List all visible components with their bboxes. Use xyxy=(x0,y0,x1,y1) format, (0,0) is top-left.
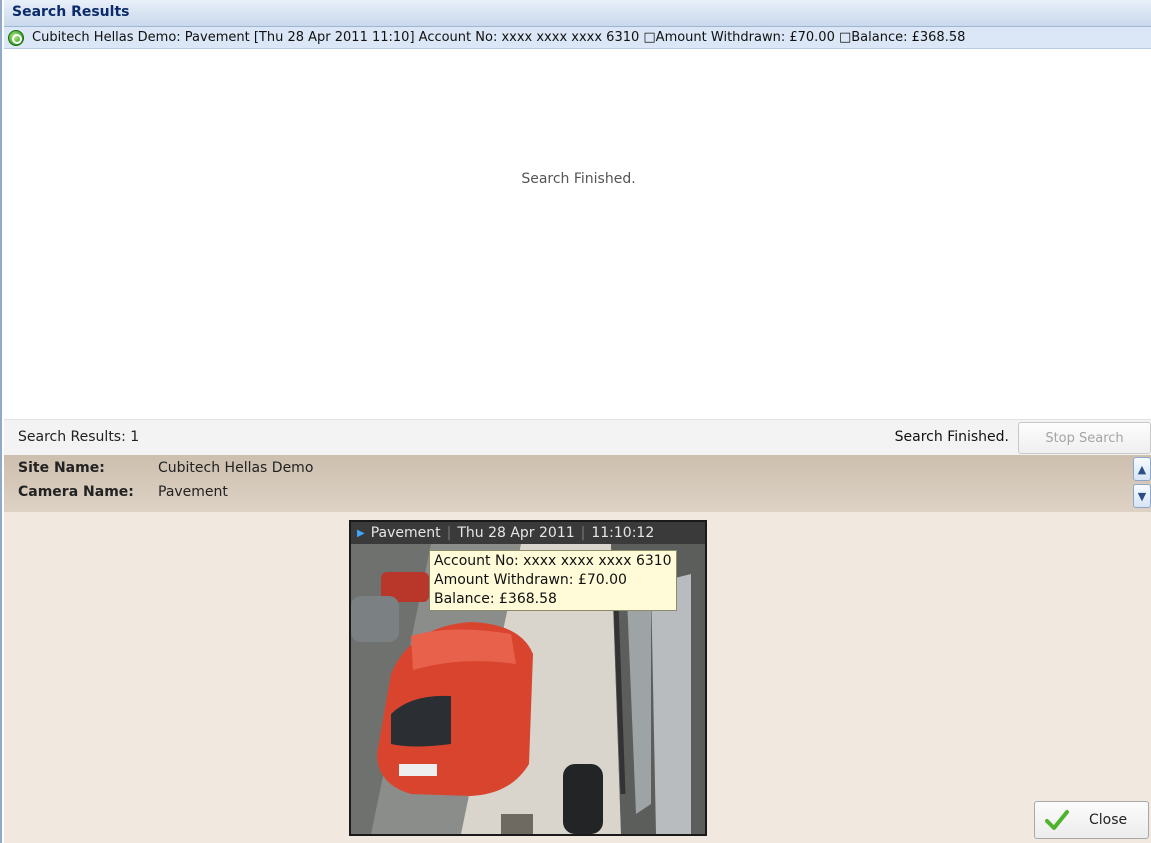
results-count: Search Results: 1 xyxy=(18,429,140,445)
play-icon[interactable]: ▶ xyxy=(357,528,365,539)
status-bar: Search Results: 1 Search Finished. Stop … xyxy=(4,419,1151,455)
close-button-label: Close xyxy=(1089,812,1128,828)
site-name-row: Site Name: Cubitech Hellas Demo xyxy=(18,460,313,476)
overlay-balance: Balance: £368.58 xyxy=(434,591,557,607)
camera-name-label: Camera Name: xyxy=(18,484,134,500)
scroll-down-icon[interactable]: ▼ xyxy=(1133,484,1151,508)
stop-search-button[interactable]: Stop Search xyxy=(1018,422,1151,454)
transaction-overlay: Account No: xxxx xxxx xxxx 6310 Amount W… xyxy=(429,550,677,611)
camera-header-date: Thu 28 Apr 2011 xyxy=(457,525,575,541)
search-result-item[interactable]: Cubitech Hellas Demo: Pavement [Thu 28 A… xyxy=(4,27,1151,49)
window-title: Search Results xyxy=(12,4,130,20)
preview-area: ▶ Pavement | Thu 28 Apr 2011 | 11:10:12 xyxy=(4,512,1151,843)
camera-header-time: 11:10:12 xyxy=(591,525,655,541)
close-button[interactable]: Close xyxy=(1034,801,1149,839)
results-list-area: Search Finished. xyxy=(4,49,1151,419)
search-result-icon xyxy=(8,29,24,46)
site-name-value: Cubitech Hellas Demo xyxy=(158,460,314,476)
overlay-account-no: Account No: xxxx xxxx xxxx 6310 xyxy=(434,553,672,569)
camera-name-row: Camera Name: Pavement xyxy=(18,484,228,500)
search-finished-message: Search Finished. xyxy=(521,171,636,187)
header-divider: | xyxy=(580,525,586,541)
search-results-window: Search Results Cubitech Hellas Demo: Pav… xyxy=(0,0,1151,843)
camera-header: ▶ Pavement | Thu 28 Apr 2011 | 11:10:12 xyxy=(351,522,705,544)
camera-name-value: Pavement xyxy=(158,484,228,500)
scroll-up-icon[interactable]: ▲ xyxy=(1133,457,1151,481)
checkmark-icon xyxy=(1045,810,1069,830)
site-name-label: Site Name: xyxy=(18,460,105,476)
overlay-amount-withdrawn: Amount Withdrawn: £70.00 xyxy=(434,572,627,588)
header-divider: | xyxy=(446,525,452,541)
details-panel: Site Name: Cubitech Hellas Demo Camera Na… xyxy=(4,455,1151,512)
camera-preview[interactable]: ▶ Pavement | Thu 28 Apr 2011 | 11:10:12 xyxy=(349,520,707,836)
details-scrollbar[interactable]: ▲ ▼ xyxy=(1133,457,1151,509)
title-bar: Search Results xyxy=(4,0,1151,27)
search-result-text: Cubitech Hellas Demo: Pavement [Thu 28 A… xyxy=(32,30,966,45)
search-status: Search Finished. xyxy=(894,429,1009,445)
camera-header-name: Pavement xyxy=(370,525,441,541)
